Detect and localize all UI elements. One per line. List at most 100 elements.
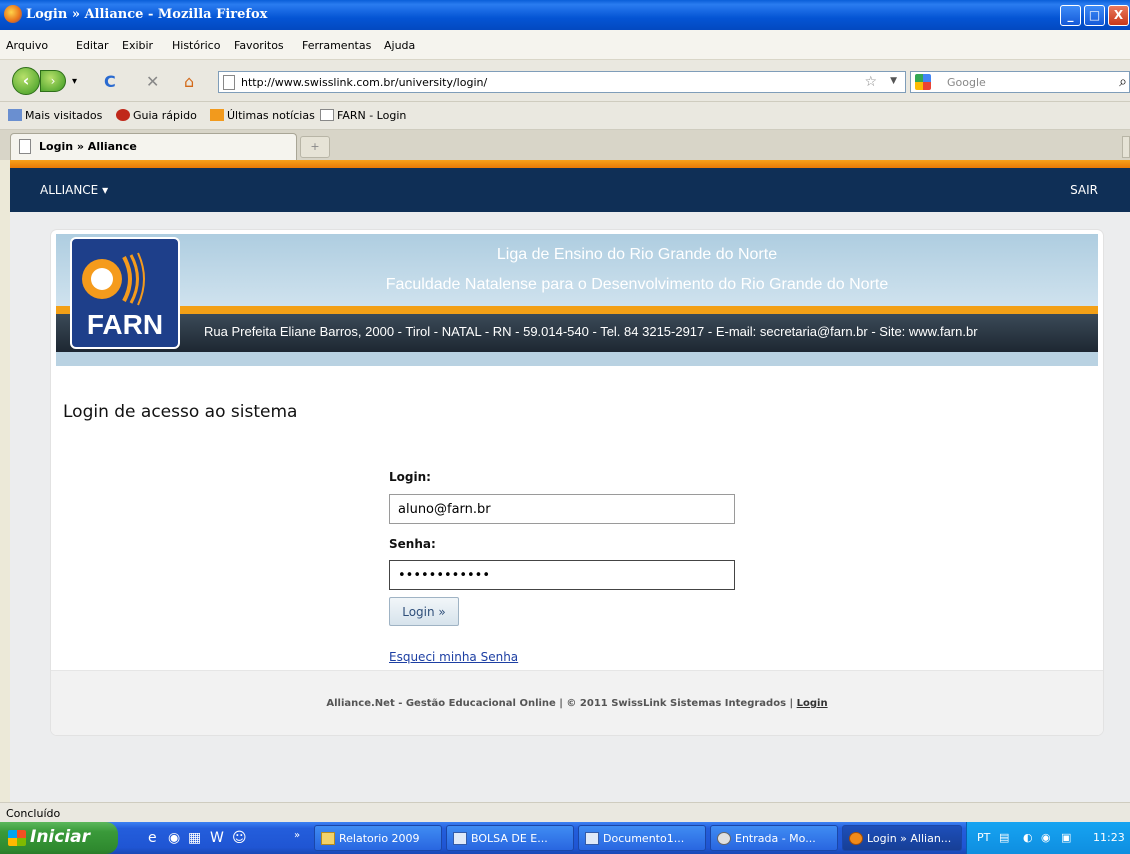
google-icon[interactable] (915, 74, 931, 90)
page-icon (19, 139, 31, 154)
messenger-quicklaunch-icon[interactable]: ☺ (232, 830, 247, 846)
banner-address: Rua Prefeita Eliane Barros, 2000 - Tirol… (204, 324, 978, 339)
url-bar[interactable]: ☆ ▼ (218, 71, 906, 93)
menu-exibir[interactable]: Exibir (122, 39, 153, 52)
web-content: ALLIANCE ▾ SAIR Liga de Ensino do Rio Gr… (10, 160, 1130, 802)
bookmark-mais-visitados[interactable]: Mais visitados (8, 109, 102, 122)
window-title: Login » Alliance - Mozilla Firefox (26, 7, 268, 22)
history-dropdown-icon[interactable]: ▾ (72, 76, 77, 87)
page-title: Login de acesso ao sistema (63, 402, 298, 422)
bookmark-label: Mais visitados (25, 109, 103, 122)
banner-stripe (56, 306, 1098, 314)
bookmark-farn-login[interactable]: FARN - Login (320, 109, 406, 122)
sun-logo-icon (82, 252, 145, 306)
forward-icon[interactable]: › (40, 70, 66, 92)
network-icon[interactable]: ◐ (1023, 831, 1033, 844)
bookmarks-toolbar: Mais visitados Guia rápido Últimas notíc… (0, 102, 1130, 130)
reload-icon[interactable]: C (104, 72, 116, 91)
word-quicklaunch-icon[interactable]: W (210, 830, 224, 846)
task-label: Login » Allian... (867, 832, 952, 845)
task-label: Relatorio 2009 (339, 832, 420, 845)
footer-text: Alliance.Net - Gestão Educacional Online… (51, 698, 1103, 709)
search-bar[interactable]: Google ⌕ (910, 71, 1130, 93)
alliance-menu[interactable]: ALLIANCE ▾ (40, 183, 108, 197)
word-doc-icon (585, 832, 599, 845)
task-bolsa[interactable]: BOLSA DE E... (446, 825, 574, 851)
card-footer: Alliance.Net - Gestão Educacional Online… (51, 670, 1103, 735)
password-input[interactable] (389, 560, 735, 590)
institution-banner: Liga de Ensino do Rio Grande do Norte Fa… (56, 234, 1098, 366)
task-relatorio[interactable]: Relatorio 2009 (314, 825, 442, 851)
firefox-icon (849, 832, 863, 845)
mail-icon (717, 832, 731, 845)
task-entrada[interactable]: Entrada - Mo... (710, 825, 838, 851)
close-button[interactable]: X (1108, 5, 1129, 26)
ie-icon[interactable]: e (148, 830, 157, 846)
minimize-button[interactable]: _ (1060, 5, 1081, 26)
search-placeholder: Google (947, 76, 986, 89)
start-button[interactable]: Iniciar (0, 822, 118, 854)
status-text: Concluído (6, 807, 61, 820)
guide-icon (116, 109, 130, 121)
tab-strip: Login » Alliance + (0, 130, 1130, 160)
url-input[interactable] (241, 74, 841, 90)
start-label: Iniciar (30, 827, 91, 847)
messenger-tray-icon[interactable]: ◉ (1041, 831, 1051, 844)
bookmark-label: Últimas notícias (227, 109, 315, 122)
site-navbar: ALLIANCE ▾ SAIR (10, 168, 1130, 212)
banner-foot (56, 352, 1098, 366)
system-tray: PT ▤ ◐ ◉ ▣ 11:23 (966, 822, 1130, 854)
logout-link[interactable]: SAIR (1070, 183, 1098, 197)
menu-editar[interactable]: Editar (76, 39, 109, 52)
bookmark-star-icon[interactable]: ☆ (864, 74, 877, 90)
url-dropdown-icon[interactable]: ▼ (890, 76, 897, 86)
login-label: Login: (389, 470, 431, 484)
rss-icon (210, 109, 224, 121)
alliance-menu-label: ALLIANCE (40, 183, 99, 197)
menubar: Arquivo Editar Exibir Histórico Favorito… (0, 30, 1130, 60)
task-label: Entrada - Mo... (735, 832, 816, 845)
chevron-down-icon: ▾ (102, 183, 109, 197)
footer-credits: Alliance.Net - Gestão Educacional Online… (326, 698, 797, 709)
home-icon[interactable]: ⌂ (184, 72, 194, 91)
page-icon (223, 75, 235, 90)
search-icon[interactable]: ⌕ (1119, 74, 1127, 90)
firefox-quicklaunch-icon[interactable]: ◉ (168, 830, 180, 846)
bookmark-ultimas-noticias[interactable]: Últimas notícias (210, 109, 315, 122)
explorer-quicklaunch-icon[interactable]: ▦ (188, 830, 201, 846)
windows-flag-icon (8, 830, 26, 846)
new-tab-button[interactable]: + (300, 136, 330, 158)
task-label: Documento1... (603, 832, 685, 845)
menu-historico[interactable]: Histórico (172, 39, 220, 52)
banner-line-2: Faculdade Natalense para o Desenvolvimen… (385, 276, 889, 293)
maximize-button[interactable]: □ (1084, 5, 1105, 26)
task-documento[interactable]: Documento1... (578, 825, 706, 851)
back-icon[interactable]: ‹ (12, 67, 40, 95)
tab-scroll-edge (1122, 136, 1130, 158)
bookmark-label: FARN - Login (337, 109, 407, 122)
menu-ferramentas[interactable]: Ferramentas (302, 39, 371, 52)
menu-favoritos[interactable]: Favoritos (234, 39, 284, 52)
accent-strip (10, 160, 1130, 168)
login-button[interactable]: Login » (389, 597, 459, 626)
menu-ajuda[interactable]: Ajuda (384, 39, 415, 52)
page-icon (320, 109, 334, 121)
language-indicator[interactable]: PT (977, 831, 990, 844)
footer-login-link[interactable]: Login (797, 698, 828, 709)
tab-login-alliance[interactable]: Login » Alliance (10, 133, 297, 160)
display-tray-icon[interactable]: ▣ (1061, 831, 1071, 844)
menu-arquivo[interactable]: Arquivo (6, 39, 48, 52)
quicklaunch-overflow-icon[interactable]: » (294, 830, 300, 841)
login-card: Liga de Ensino do Rio Grande do Norte Fa… (51, 230, 1103, 735)
stop-icon[interactable]: ✕ (146, 72, 159, 91)
login-input[interactable] (389, 494, 735, 524)
window-titlebar[interactable]: Login » Alliance - Mozilla Firefox _ □ X (0, 0, 1130, 30)
word-doc-icon (453, 832, 467, 845)
firefox-icon (4, 5, 22, 23)
bookmark-guia-rapido[interactable]: Guia rápido (116, 109, 197, 122)
folder-icon (321, 832, 335, 845)
forgot-password-link[interactable]: Esqueci minha Senha (389, 650, 518, 664)
task-login-alliance[interactable]: Login » Allian... (842, 825, 962, 851)
keyboard-icon[interactable]: ▤ (999, 831, 1009, 844)
task-label: BOLSA DE E... (471, 832, 548, 845)
